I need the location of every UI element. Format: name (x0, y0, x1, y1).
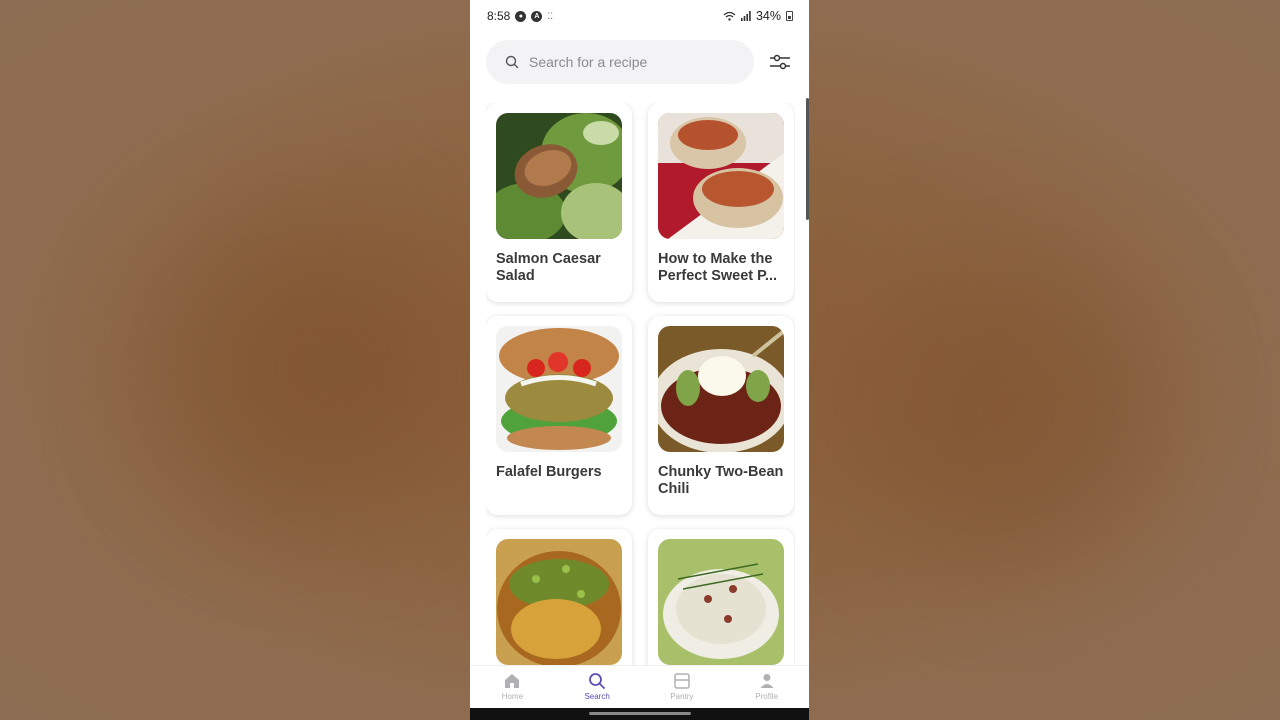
home-gesture-handle[interactable] (589, 712, 691, 715)
dots-icon: ⁚⁚ (547, 10, 554, 21)
filter-sliders-icon (770, 54, 790, 70)
signal-icon (740, 11, 751, 21)
search-icon (589, 673, 606, 689)
app-notification-icon: A (531, 10, 543, 22)
search-icon (505, 55, 519, 69)
recipe-image (658, 113, 784, 239)
search-row: Search for a recipe (486, 40, 796, 84)
battery-icon (786, 11, 793, 21)
recipe-card[interactable]: Salmon Caesar Salad (486, 103, 632, 302)
scrollbar[interactable] (806, 98, 809, 220)
phone-screen: 8:58 ● A ⁚⁚ 34% Search for a recipe Salm… (470, 0, 809, 720)
recipe-title: How to Make the Perfect Sweet P... (658, 251, 778, 284)
recipe-card[interactable]: How to Make the Perfect Sweet P... (648, 103, 794, 302)
recipe-title: Salmon Caesar Salad (496, 251, 601, 284)
search-placeholder: Search for a recipe (529, 54, 648, 70)
recipe-title: Chunky Two-Bean Chili (658, 464, 784, 497)
bottom-tab-bar: Home Search Pantry Profile (470, 665, 809, 708)
tab-label: Pantry (670, 692, 694, 701)
tab-profile[interactable]: Profile (724, 666, 809, 708)
tab-label: Home (501, 692, 524, 701)
recipe-image (496, 539, 622, 665)
recipe-card[interactable]: Falafel Burgers (486, 316, 632, 515)
recipe-card[interactable] (486, 529, 632, 666)
recipe-title: Falafel Burgers (496, 464, 602, 480)
status-bar: 8:58 ● A ⁚⁚ 34% (470, 0, 809, 32)
tab-search[interactable]: Search (555, 666, 640, 708)
recipe-image (496, 326, 622, 452)
status-time: 8:58 (487, 9, 511, 23)
battery-percent: 34% (755, 9, 781, 23)
search-input[interactable]: Search for a recipe (486, 40, 754, 84)
recipe-image (658, 326, 784, 452)
wifi-icon (723, 11, 736, 21)
recipe-image (658, 539, 784, 665)
filter-button[interactable] (768, 50, 792, 74)
background-blur (860, 260, 1160, 560)
recipe-grid: Salmon Caesar Salad How to Make the Perf… (486, 103, 795, 666)
tab-label: Profile (755, 692, 778, 701)
recipe-card[interactable] (648, 529, 794, 666)
system-navigation-bar (470, 708, 809, 720)
notification-icon: ● (515, 10, 527, 22)
recipe-card[interactable]: Chunky Two-Bean Chili (648, 316, 794, 515)
tab-home[interactable]: Home (470, 666, 555, 708)
home-icon (505, 674, 520, 688)
recipe-image (496, 113, 622, 239)
tab-pantry[interactable]: Pantry (640, 666, 725, 708)
tab-label: Search (584, 692, 610, 701)
pantry-icon (674, 673, 690, 689)
profile-icon (760, 674, 774, 688)
background-blur (160, 220, 460, 520)
